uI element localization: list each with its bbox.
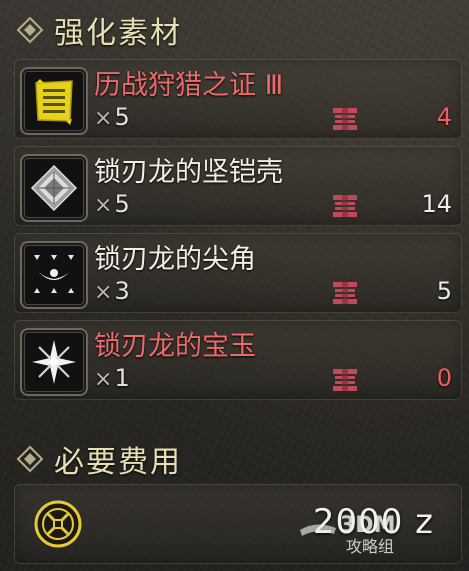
- material-name: 锁刃龙的坚铠壳: [94, 157, 283, 188]
- required-count: 1: [114, 364, 130, 392]
- material-row[interactable]: 锁刃龙的尖角 ×3 5: [14, 233, 462, 313]
- material-name: 锁刃龙的尖角: [94, 244, 256, 275]
- material-name: 历战狩猎之证 Ⅲ: [94, 70, 284, 101]
- material-row[interactable]: 锁刃龙的宝玉 ×1 0: [14, 320, 462, 400]
- owned-count: 0: [436, 364, 452, 392]
- diamond-emblem-icon: [16, 445, 44, 473]
- material-icon-frame: [20, 67, 88, 135]
- materials-section-title: 强化素材: [54, 16, 182, 51]
- material-icon-frame: [20, 154, 88, 222]
- required-count: 5: [114, 190, 130, 218]
- multiply-sign: ×: [94, 280, 113, 305]
- material-required-qty: ×5: [94, 190, 130, 218]
- gem-icon: [32, 340, 76, 384]
- multiply-sign: ×: [94, 193, 113, 218]
- zenny-coin-icon: [34, 500, 82, 548]
- cost-section-title: 必要费用: [54, 445, 182, 480]
- item-box-icon: [333, 195, 357, 217]
- cost-row: 2000 z: [14, 484, 462, 564]
- material-row[interactable]: 锁刃龙的坚铠壳 ×5 14: [14, 146, 462, 226]
- item-box-icon: [333, 282, 357, 304]
- required-count: 3: [114, 277, 130, 305]
- diamond-emblem-icon: [16, 16, 44, 44]
- material-row[interactable]: 历战狩猎之证 Ⅲ ×5 4: [14, 59, 462, 139]
- material-name: 锁刃龙的宝玉: [94, 331, 256, 362]
- multiply-sign: ×: [94, 106, 113, 131]
- owned-count: 4: [436, 103, 452, 131]
- owned-count: 14: [421, 190, 452, 218]
- shell-icon: [30, 164, 78, 212]
- owned-count: 5: [436, 277, 452, 305]
- material-required-qty: ×3: [94, 277, 130, 305]
- materials-section-header: 强化素材: [16, 8, 182, 52]
- materials-list: 历战狩猎之证 Ⅲ ×5 4 锁刃龙的坚铠壳 ×5 14 锁刃龙的尖角 ×3 5 …: [14, 59, 462, 407]
- material-icon-frame: [20, 328, 88, 396]
- item-box-icon: [333, 369, 357, 391]
- material-required-qty: ×5: [94, 103, 130, 131]
- material-required-qty: ×1: [94, 364, 130, 392]
- cost-section-header: 必要费用: [16, 437, 182, 481]
- required-count: 5: [114, 103, 130, 131]
- item-box-icon: [333, 108, 357, 130]
- horn-icon: [34, 255, 74, 293]
- multiply-sign: ×: [94, 367, 113, 392]
- cost-value: 2000 z: [312, 502, 434, 542]
- yellow-ticket-icon: [35, 79, 73, 125]
- material-icon-frame: [20, 241, 88, 309]
